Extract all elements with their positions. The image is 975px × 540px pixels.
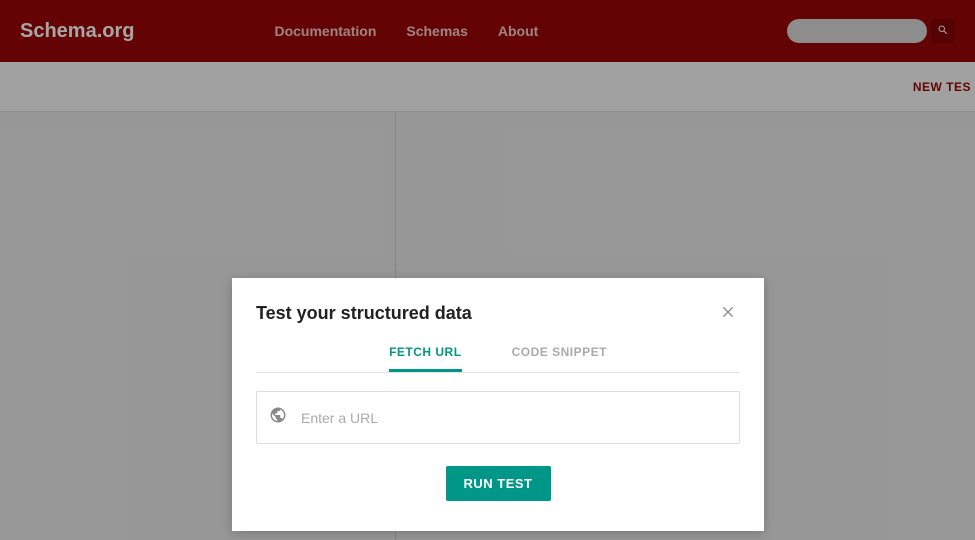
modal-title: Test your structured data <box>256 303 472 324</box>
test-modal: Test your structured data FETCH URL CODE… <box>232 278 764 531</box>
url-input[interactable] <box>301 410 727 426</box>
modal-header: Test your structured data <box>256 300 740 327</box>
tab-code-snippet[interactable]: CODE SNIPPET <box>512 345 607 372</box>
close-icon <box>720 308 736 323</box>
globe-icon <box>269 406 287 429</box>
modal-tabs: FETCH URL CODE SNIPPET <box>256 345 740 373</box>
close-button[interactable] <box>716 300 740 327</box>
tab-fetch-url[interactable]: FETCH URL <box>389 345 462 372</box>
run-test-button[interactable]: RUN TEST <box>446 466 551 501</box>
url-input-row <box>256 391 740 444</box>
